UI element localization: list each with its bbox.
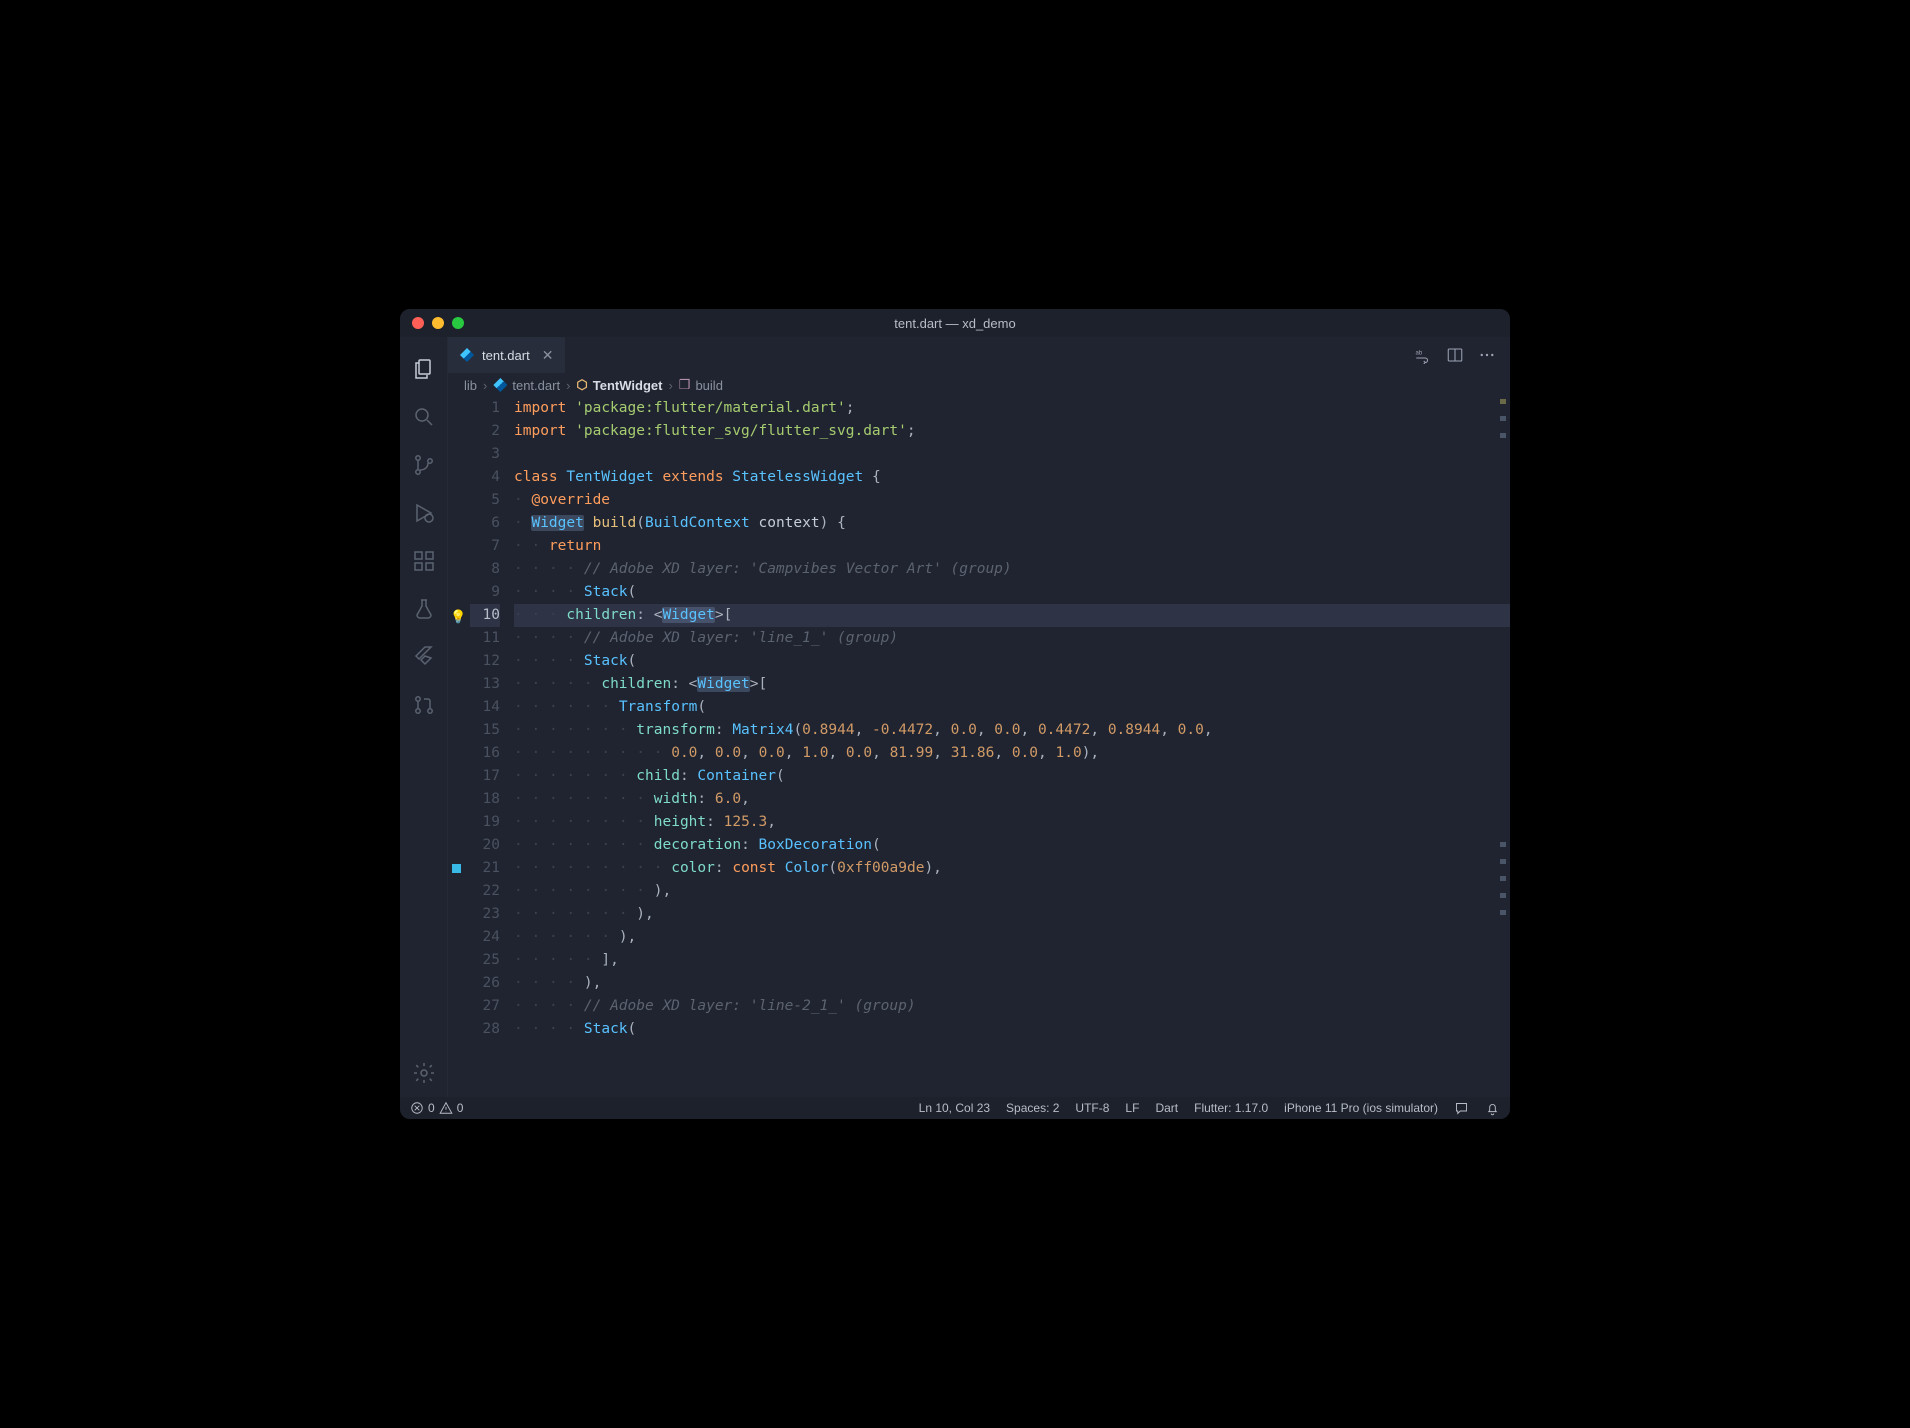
breadcrumbs[interactable]: lib › tent.dart › ⬡TentWidget › ❒build <box>448 373 1510 397</box>
pull-requests-icon[interactable] <box>400 681 448 729</box>
svg-text:ab: ab <box>1416 350 1423 356</box>
maximize-window[interactable] <box>452 317 464 329</box>
close-tab-icon[interactable]: ✕ <box>542 347 554 364</box>
traffic-lights <box>412 317 464 329</box>
status-cursor-position[interactable]: Ln 10, Col 23 <box>919 1101 990 1115</box>
split-editor-icon[interactable] <box>1446 346 1464 364</box>
window-title: tent.dart — xd_demo <box>894 316 1015 331</box>
glyph-margin: 💡 <box>448 397 470 1097</box>
status-device[interactable]: iPhone 11 Pro (ios simulator) <box>1284 1101 1438 1115</box>
word-wrap-icon[interactable]: ab <box>1414 346 1432 364</box>
notifications-bell-icon[interactable] <box>1485 1101 1500 1116</box>
ruler-mark <box>1500 910 1506 915</box>
line-numbers: 1234567891011121314151617181920212223242… <box>470 397 514 1097</box>
search-icon[interactable] <box>400 393 448 441</box>
tab-label: tent.dart <box>482 348 530 363</box>
tab-tent-dart[interactable]: tent.dart ✕ <box>448 337 566 373</box>
status-eol[interactable]: LF <box>1125 1101 1139 1115</box>
ruler-mark <box>1500 842 1506 847</box>
chevron-right-icon: › <box>566 378 570 393</box>
explorer-icon[interactable] <box>400 345 448 393</box>
status-problems[interactable]: 0 0 <box>410 1101 463 1115</box>
crumb-folder[interactable]: lib <box>464 378 477 393</box>
ruler-mark <box>1500 433 1506 438</box>
ruler-mark <box>1500 876 1506 881</box>
flutter-icon[interactable] <box>400 633 448 681</box>
method-symbol-icon: ❒ <box>679 377 691 393</box>
test-icon[interactable] <box>400 585 448 633</box>
feedback-icon[interactable] <box>1454 1101 1469 1116</box>
editor[interactable]: 💡 12345678910111213141516171819202122232… <box>448 397 1510 1097</box>
tab-bar: tent.dart ✕ ab <box>448 337 1510 373</box>
crumb-file[interactable]: tent.dart <box>493 378 560 393</box>
debug-icon[interactable] <box>400 489 448 537</box>
chevron-right-icon: › <box>668 378 672 393</box>
ruler-mark <box>1500 399 1506 404</box>
status-bar: 0 0 Ln 10, Col 23 Spaces: 2 UTF-8 LF Dar… <box>400 1097 1510 1119</box>
settings-gear-icon[interactable] <box>400 1049 448 1097</box>
more-actions-icon[interactable] <box>1478 346 1496 364</box>
class-symbol-icon: ⬡ <box>576 377 587 393</box>
extensions-icon[interactable] <box>400 537 448 585</box>
dart-file-icon <box>493 378 507 392</box>
minimize-window[interactable] <box>432 317 444 329</box>
chevron-right-icon: › <box>483 378 487 393</box>
ruler-mark <box>1500 859 1506 864</box>
close-window[interactable] <box>412 317 424 329</box>
ruler-mark <box>1500 416 1506 421</box>
status-flutter-version[interactable]: Flutter: 1.17.0 <box>1194 1101 1268 1115</box>
lightbulb-icon[interactable]: 💡 <box>450 606 466 629</box>
crumb-class[interactable]: ⬡TentWidget <box>576 377 662 393</box>
dart-file-icon <box>460 348 474 362</box>
status-language[interactable]: Dart <box>1155 1101 1178 1115</box>
source-control-icon[interactable] <box>400 441 448 489</box>
status-encoding[interactable]: UTF-8 <box>1075 1101 1109 1115</box>
breakpoint-marker[interactable] <box>452 864 461 873</box>
status-indentation[interactable]: Spaces: 2 <box>1006 1101 1059 1115</box>
ruler-mark <box>1500 893 1506 898</box>
titlebar[interactable]: tent.dart — xd_demo <box>400 309 1510 337</box>
activity-bar <box>400 337 448 1097</box>
editor-actions: ab <box>1414 337 1510 373</box>
crumb-method[interactable]: ❒build <box>679 377 723 393</box>
vscode-window: tent.dart — xd_demo <box>400 309 1510 1119</box>
overview-ruler[interactable] <box>1500 397 1508 915</box>
code-content[interactable]: import 'package:flutter/material.dart';i… <box>514 397 1510 1097</box>
